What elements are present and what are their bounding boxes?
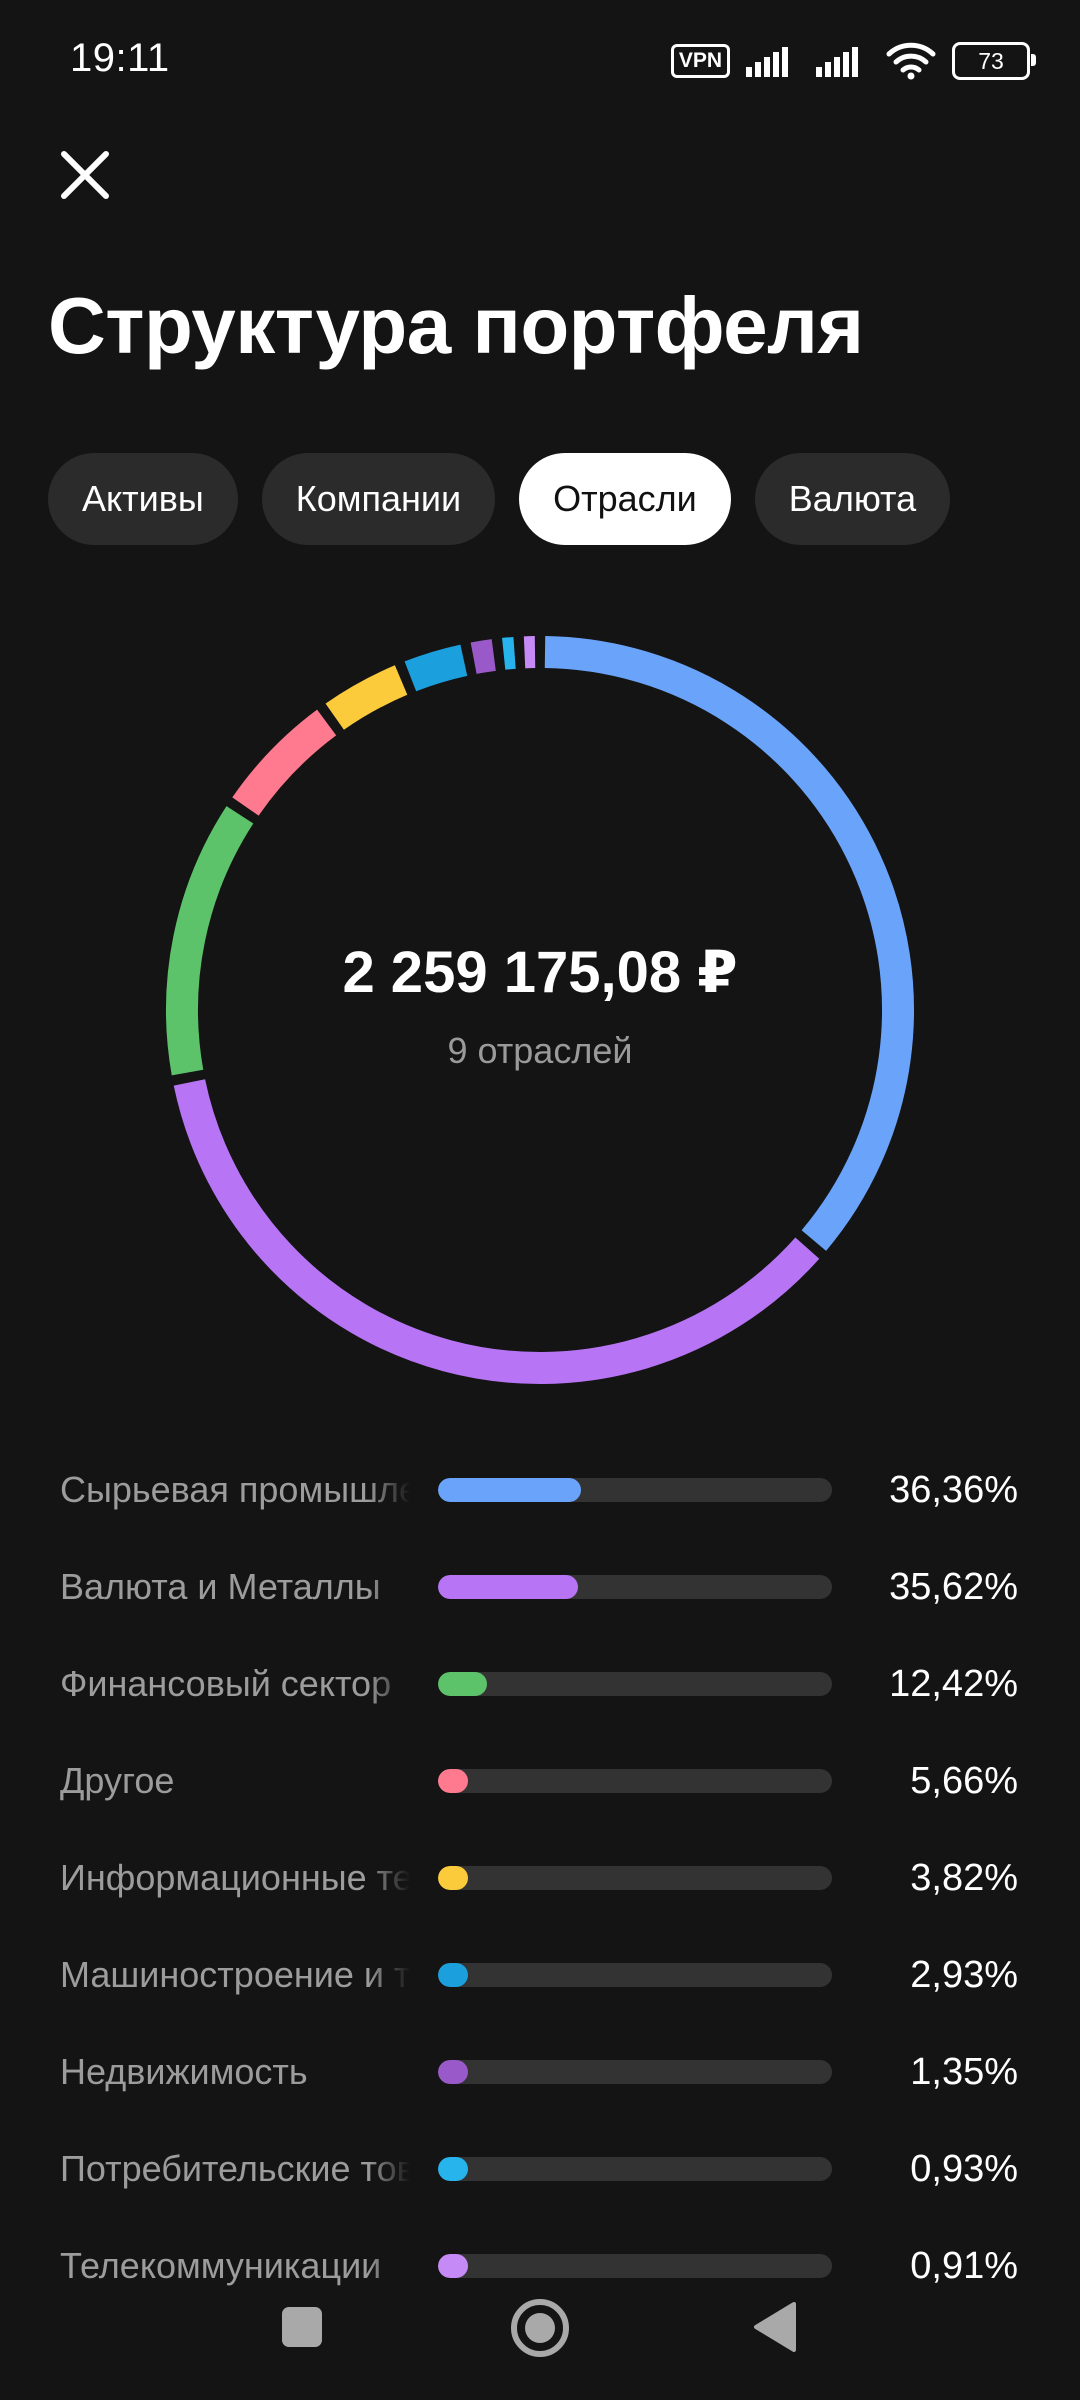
- battery-icon: 73: [952, 42, 1036, 80]
- donut-segment: [173, 1079, 820, 1384]
- wifi-icon: [886, 42, 936, 80]
- industry-name: Сырьевая промышленность: [60, 1469, 410, 1510]
- recents-button[interactable]: [280, 2305, 324, 2354]
- tab-assets[interactable]: Активы: [48, 453, 238, 545]
- close-icon: [61, 151, 109, 199]
- status-bar: 19:11 VPN 73: [0, 0, 1080, 120]
- back-icon: [754, 2302, 796, 2352]
- industry-row[interactable]: Другое 5,66%: [0, 1751, 1080, 1811]
- share-bar-fill: [438, 1478, 582, 1502]
- donut-segment: [470, 639, 496, 674]
- donut-segment: [232, 709, 337, 816]
- industry-share: 12,42%: [889, 1662, 1018, 1705]
- industry-name: Финансовый сектор: [60, 1663, 392, 1704]
- share-bar-fill: [438, 1963, 468, 1987]
- industry-share: 5,66%: [910, 1759, 1018, 1802]
- share-bar-fill: [438, 1575, 579, 1599]
- industry-row[interactable]: Информационные технологии 3,82%: [0, 1848, 1080, 1908]
- vpn-icon: VPN: [670, 44, 730, 78]
- industry-name: Машиностроение и транспорт: [60, 1954, 410, 1995]
- donut-segment: [404, 644, 468, 692]
- industry-row[interactable]: Финансовый сектор 12,42%: [0, 1654, 1080, 1714]
- donut-segment: [502, 636, 516, 670]
- home-button[interactable]: [509, 2297, 571, 2364]
- share-bar-fill: [438, 2254, 468, 2278]
- page-title: Структура портфеля: [48, 281, 864, 370]
- recents-icon: [282, 2307, 322, 2347]
- donut-segment: [544, 636, 914, 1251]
- segment-tabs: Активы Компании Отрасли Валюта: [48, 453, 951, 545]
- close-button[interactable]: [50, 140, 120, 210]
- share-bar-track: [438, 1672, 832, 1696]
- system-nav-bar: [0, 2285, 1080, 2375]
- share-bar-fill: [438, 2157, 468, 2181]
- industry-name: Валюта и Металлы: [60, 1566, 381, 1607]
- industry-name: Потребительские товары: [60, 2148, 410, 2189]
- industry-share: 35,62%: [889, 1565, 1018, 1608]
- industry-share: 0,93%: [910, 2147, 1018, 2190]
- industry-share: 1,35%: [910, 2050, 1018, 2093]
- industry-name: Информационные технологии: [60, 1857, 410, 1898]
- industry-row[interactable]: Сырьевая промышленность 36,36%: [0, 1460, 1080, 1520]
- industry-name: Другое: [60, 1760, 175, 1801]
- industry-share: 0,91%: [910, 2244, 1018, 2287]
- share-bar-track: [438, 1963, 832, 1987]
- share-bar-track: [438, 1866, 832, 1890]
- industry-name: Телекоммуникации: [60, 2245, 382, 2286]
- share-bar-track: [438, 1769, 832, 1793]
- share-bar-fill: [438, 1866, 468, 1890]
- industry-row[interactable]: Потребительские товары 0,93%: [0, 2139, 1080, 2199]
- industry-share: 36,36%: [889, 1468, 1018, 1511]
- industry-share: 3,82%: [910, 1856, 1018, 1899]
- signal-icon: [816, 47, 858, 77]
- home-icon: [511, 2299, 569, 2357]
- share-bar-fill: [438, 2060, 468, 2084]
- industry-donut-chart: [166, 636, 914, 1384]
- tab-industries[interactable]: Отрасли: [519, 453, 731, 545]
- share-bar-track: [438, 2254, 832, 2278]
- industry-name: Недвижимость: [60, 2051, 308, 2092]
- industry-row[interactable]: Валюта и Металлы 35,62%: [0, 1557, 1080, 1617]
- industry-row[interactable]: Недвижимость 1,35%: [0, 2042, 1080, 2102]
- share-bar-track: [438, 1575, 832, 1599]
- status-icons: VPN 73: [670, 36, 1036, 86]
- signal-icon: [746, 47, 788, 77]
- share-bar-track: [438, 2157, 832, 2181]
- share-bar-fill: [438, 1672, 487, 1696]
- battery-level: 73: [978, 47, 1004, 74]
- status-time: 19:11: [70, 36, 170, 80]
- donut-segment: [166, 806, 254, 1076]
- donut-segment: [325, 665, 408, 730]
- share-bar-track: [438, 1478, 832, 1502]
- tab-currency[interactable]: Валюта: [754, 453, 951, 545]
- industry-share: 2,93%: [910, 1953, 1018, 1996]
- back-button[interactable]: [752, 2301, 798, 2358]
- tab-companies[interactable]: Компании: [261, 453, 496, 545]
- industry-row[interactable]: Машиностроение и транспорт 2,93%: [0, 1945, 1080, 2005]
- share-bar-track: [438, 2060, 832, 2084]
- share-bar-fill: [438, 1769, 468, 1793]
